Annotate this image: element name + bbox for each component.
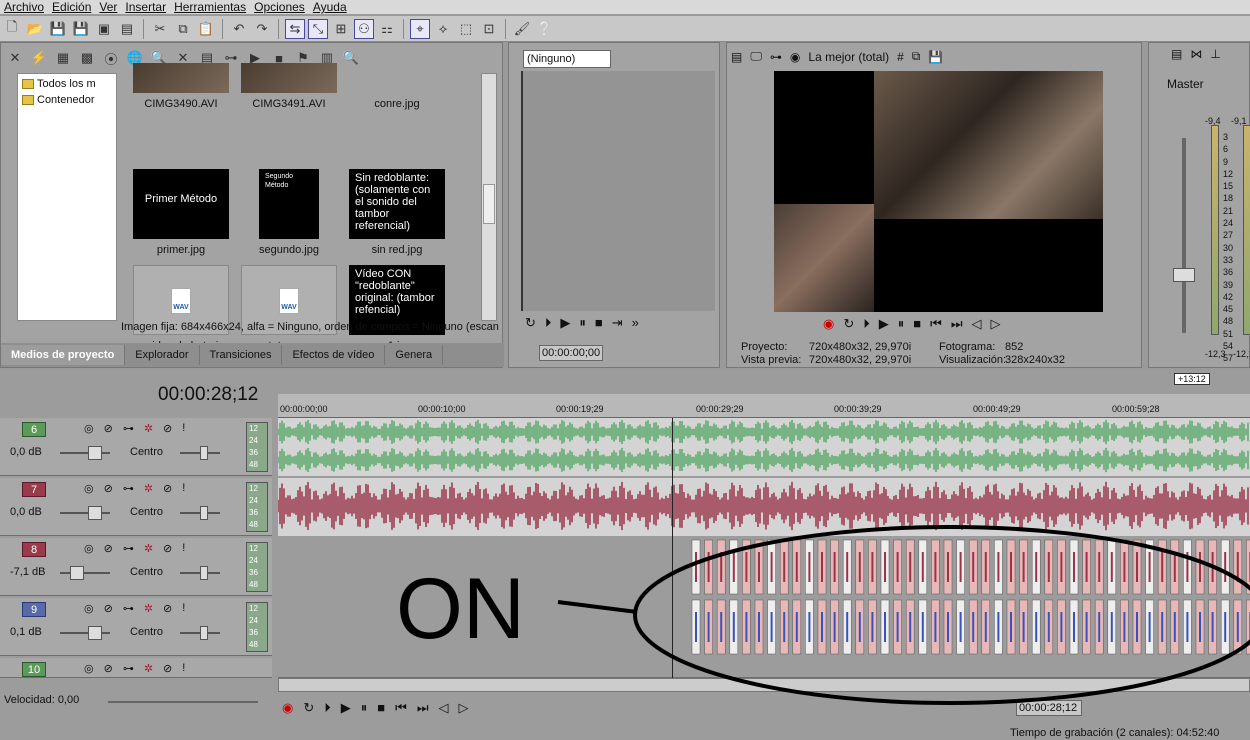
annotation-ellipse [633, 525, 1250, 705]
annotation-overlay [557, 525, 1250, 705]
annotation-line [557, 600, 638, 614]
